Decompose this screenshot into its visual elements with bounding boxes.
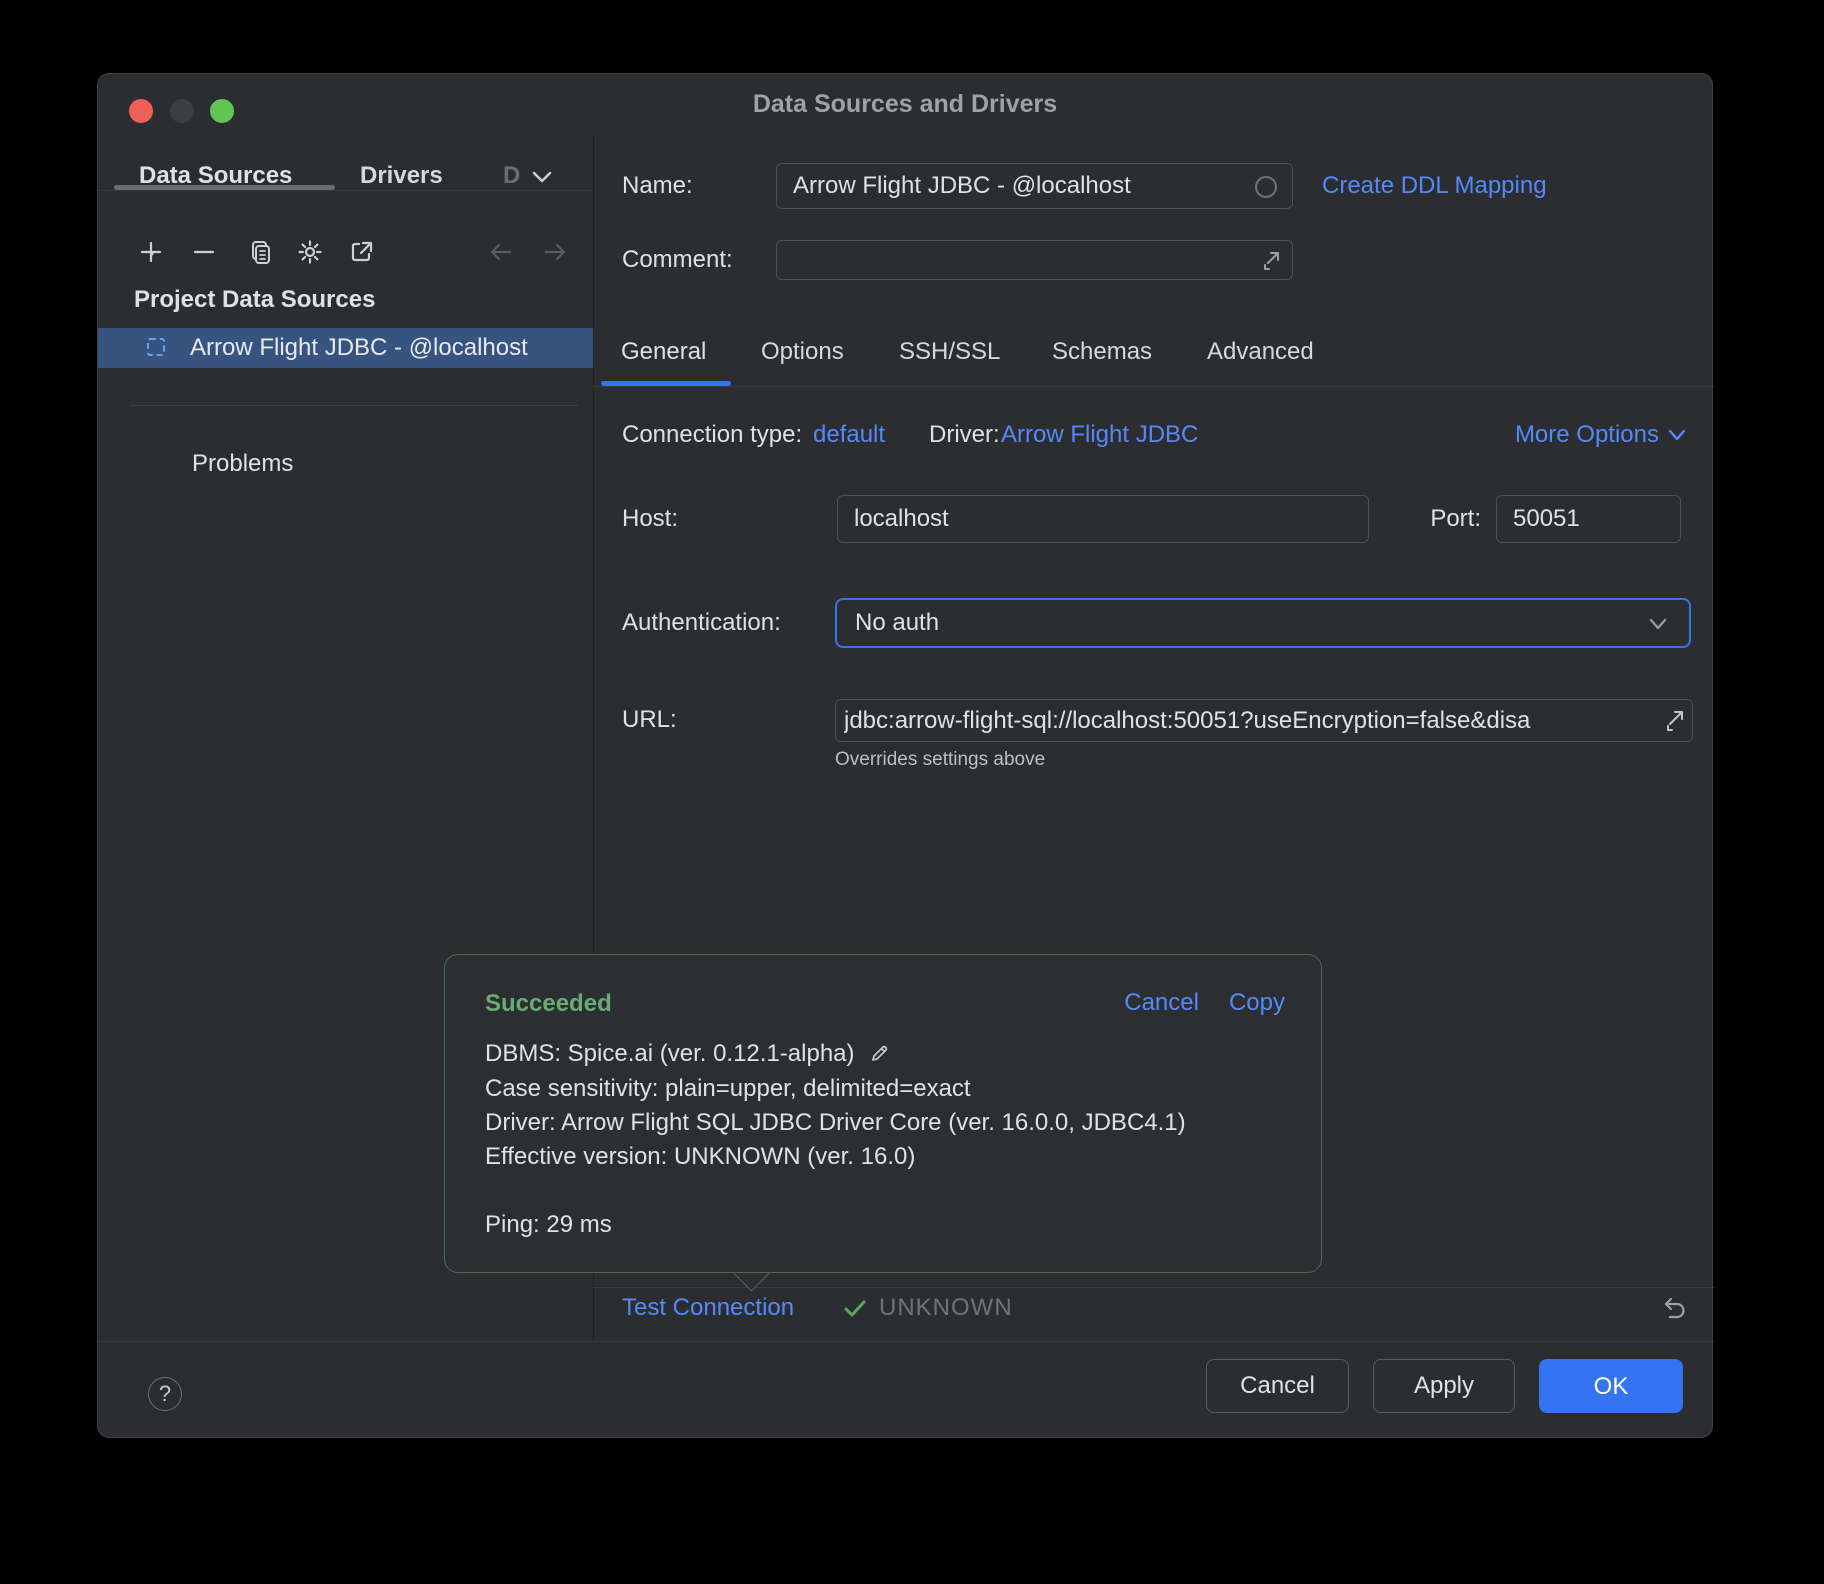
test-connection-result-popup: Succeeded Cancel Copy DBMS: Spice.ai (ve… [444, 954, 1322, 1273]
tab-general[interactable]: General [621, 338, 706, 366]
data-sources-dialog: Data Sources and Drivers Data Sources Dr… [97, 73, 1713, 1438]
duplicate-icon[interactable] [246, 239, 272, 265]
more-options-chevron-icon [1667, 428, 1687, 442]
tab-options[interactable]: Options [761, 338, 844, 366]
create-ddl-mapping-link[interactable]: Create DDL Mapping [1322, 172, 1547, 200]
connection-type-label: Connection type: [622, 421, 802, 449]
cancel-button[interactable]: Cancel [1206, 1359, 1349, 1413]
loading-circle-icon [1254, 175, 1278, 204]
popup-cancel-link[interactable]: Cancel [1124, 989, 1199, 1017]
url-hint: Overrides settings above [835, 749, 1045, 771]
sidebar-list-divider [130, 405, 578, 406]
add-icon[interactable] [138, 239, 164, 265]
popup-line-driver: Driver: Arrow Flight SQL JDBC Driver Cor… [485, 1108, 1186, 1138]
more-options-dropdown[interactable]: More Options [1515, 421, 1687, 449]
status-badge: Succeeded [485, 989, 612, 1019]
popup-line-effective-version: Effective version: UNKNOWN (ver. 16.0) [485, 1142, 915, 1172]
project-data-sources-heading: Project Data Sources [134, 286, 375, 314]
port-input[interactable]: 50051 [1496, 495, 1681, 543]
footer-divider [98, 1341, 1714, 1342]
tab-drivers[interactable]: Drivers [360, 162, 443, 190]
popup-copy-link[interactable]: Copy [1229, 989, 1285, 1017]
comment-label: Comment: [622, 246, 733, 274]
sidebar-item-problems[interactable]: Problems [192, 450, 293, 478]
tabs-chevron-down-icon[interactable] [530, 169, 554, 190]
open-in-new-window-icon[interactable] [349, 239, 375, 265]
edit-pencil-icon[interactable] [869, 1042, 891, 1064]
url-expand-icon[interactable] [1660, 708, 1686, 739]
ok-button[interactable]: OK [1539, 1359, 1683, 1413]
datasource-icon [147, 338, 165, 356]
url-input[interactable]: jdbc:arrow-flight-sql://localhost:50051?… [835, 699, 1693, 742]
name-input[interactable]: Arrow Flight JDBC - @localhost [776, 163, 1293, 209]
tab-schemas[interactable]: Schemas [1052, 338, 1152, 366]
test-connection-link[interactable]: Test Connection [622, 1294, 794, 1322]
expand-icon[interactable] [1258, 249, 1282, 278]
more-options-label: More Options [1515, 421, 1659, 449]
undo-icon[interactable] [1658, 1295, 1688, 1328]
authentication-chevron-icon [1647, 616, 1669, 636]
popup-line-ping: Ping: 29 ms [485, 1210, 612, 1240]
host-label: Host: [622, 505, 678, 533]
window-title: Data Sources and Drivers [98, 90, 1712, 118]
authentication-label: Authentication: [622, 609, 781, 637]
url-label: URL: [622, 706, 677, 734]
connection-status-value: UNKNOWN [879, 1294, 1013, 1322]
back-arrow-icon[interactable] [488, 239, 514, 265]
driver-label: Driver: [929, 421, 1000, 449]
authentication-select[interactable]: No auth [835, 598, 1691, 648]
main-tabs-border [593, 386, 1714, 387]
driver-value-link[interactable]: Arrow Flight JDBC [1001, 421, 1198, 449]
popup-line-case-sensitivity: Case sensitivity: plain=upper, delimited… [485, 1074, 971, 1104]
help-button[interactable]: ? [148, 1377, 182, 1411]
port-value: 50051 [1513, 496, 1580, 542]
tab-ssh-ssl[interactable]: SSH/SSL [899, 338, 1000, 366]
remove-icon[interactable] [191, 239, 217, 265]
datasource-item-label: Arrow Flight JDBC - @localhost [190, 328, 528, 368]
tabs-bottom-border [98, 190, 593, 191]
settings-gear-icon[interactable] [297, 239, 323, 265]
dbms-text: DBMS: Spice.ai (ver. 0.12.1-alpha) [485, 1040, 855, 1067]
test-row-top-border [593, 1287, 1714, 1288]
authentication-value: No auth [855, 600, 939, 646]
popup-line-dbms: DBMS: Spice.ai (ver. 0.12.1-alpha) [485, 1039, 891, 1069]
apply-button[interactable]: Apply [1373, 1359, 1515, 1413]
tab-advanced[interactable]: Advanced [1207, 338, 1314, 366]
name-label: Name: [622, 172, 693, 200]
tab-ddl-truncated[interactable]: D [503, 162, 525, 190]
datasource-list-item-selected[interactable]: Arrow Flight JDBC - @localhost [98, 328, 593, 368]
connection-type-value-link[interactable]: default [813, 421, 885, 449]
name-value: Arrow Flight JDBC - @localhost [793, 164, 1131, 208]
url-value: jdbc:arrow-flight-sql://localhost:50051?… [844, 700, 1658, 741]
host-value: localhost [854, 496, 949, 542]
host-input[interactable]: localhost [837, 495, 1369, 543]
success-check-icon [843, 1299, 867, 1324]
port-label: Port: [1421, 505, 1481, 533]
comment-input[interactable] [776, 240, 1293, 280]
forward-arrow-icon[interactable] [542, 239, 568, 265]
